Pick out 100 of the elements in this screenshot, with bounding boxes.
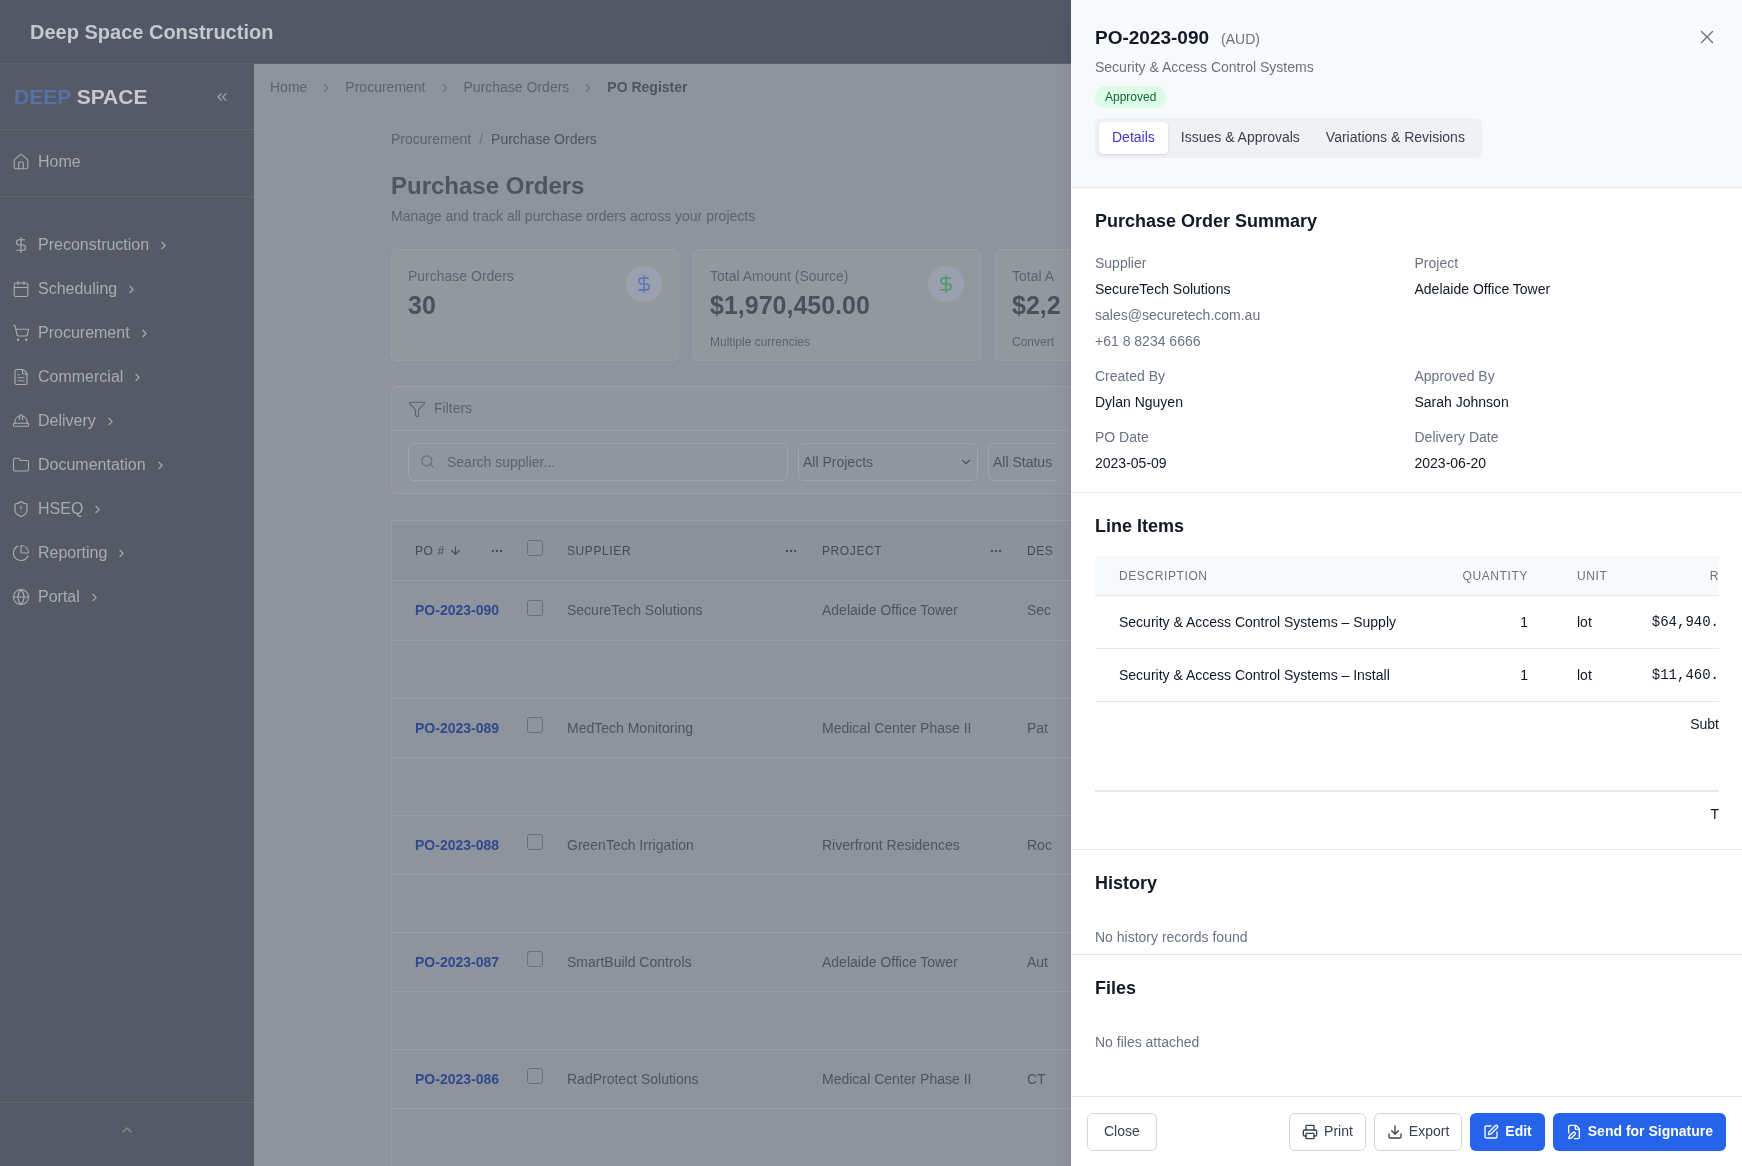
column-header: DESCRIPTION <box>1118 567 1209 585</box>
table-cell-text: $11,460. <box>1650 665 1719 685</box>
field-value: 2023-06-20 <box>1414 454 1488 473</box>
tab[interactable]: Issues & Approvals <box>1167 121 1313 154</box>
section-title: Line Items <box>1095 515 1186 538</box>
po-link[interactable]: PO-2023-089 <box>392 717 527 739</box>
checkbox[interactable] <box>527 951 543 967</box>
po-link[interactable]: PO-2023-088 <box>392 834 527 856</box>
table-cell-text: Security & Access Control Systems – Install <box>1118 665 1391 685</box>
checkbox[interactable] <box>527 599 543 616</box>
pie-chart-icon <box>12 544 30 562</box>
table-cell-text: Security & Access Control Systems – Supply <box>1118 612 1397 632</box>
checkbox[interactable] <box>527 717 543 733</box>
tab[interactable]: Variations & Revisions <box>1312 121 1478 154</box>
download-icon <box>1386 1123 1403 1140</box>
po-subtitle: Security & Access Control Systems <box>1095 57 1315 77</box>
sidebar-item[interactable]: Delivery <box>0 399 254 443</box>
field-value: Dylan Nguyen <box>1095 393 1184 412</box>
section-title: Purchase Order Summary <box>1095 210 1319 233</box>
column-header: R <box>1708 567 1719 585</box>
tab[interactable]: Details <box>1099 121 1168 154</box>
sidebar-item[interactable]: Preconstruction <box>0 223 254 267</box>
field-label: Created By <box>1095 367 1167 386</box>
home-icon <box>12 153 30 171</box>
table-cell-text: Adelaide Office Tower <box>822 601 959 620</box>
table-cell-text: SecureTech Solutions <box>567 601 704 620</box>
primary-button[interactable]: Send for Signature <box>1552 1112 1726 1151</box>
empty-message: No files attached <box>1095 1033 1201 1052</box>
stat-value: $1,970,450.00 <box>710 290 870 321</box>
table-cell-text: GreenTech Irrigation <box>567 835 695 855</box>
search-icon <box>420 454 435 469</box>
breadcrumb-separator: / <box>479 130 484 149</box>
primary-button[interactable]: Edit <box>1470 1112 1545 1151</box>
printer-icon <box>1302 1123 1319 1140</box>
field-label: Delivery Date <box>1414 428 1500 447</box>
table-cell-text: Roc <box>1027 835 1052 855</box>
table-cell-text: Aut <box>1027 952 1048 972</box>
sidebar-item[interactable]: Documentation <box>0 443 254 487</box>
checkbox[interactable] <box>527 834 543 850</box>
table-cell-text: Riverfront Residences <box>822 835 961 855</box>
column-header: UNIT <box>1576 567 1609 585</box>
subtotal-label: Subt <box>1690 715 1719 734</box>
sidebar-item[interactable]: Home <box>0 140 254 184</box>
po-link[interactable]: PO-2023-087 <box>392 951 527 973</box>
field-value: Sarah Johnson <box>1414 393 1510 412</box>
select-dropdown[interactable]: All Projects <box>798 443 978 481</box>
app-title: Deep Space Construction <box>30 19 274 45</box>
column-header[interactable]: DES <box>1027 541 1054 560</box>
folder-icon <box>12 456 30 474</box>
table-cell-text: CT <box>1027 1069 1046 1089</box>
column-header[interactable]: PO # <box>415 541 445 560</box>
sidebar-item[interactable]: HSEQ <box>0 487 254 531</box>
field-label: PO Date <box>1095 428 1150 447</box>
table-cell-text: lot <box>1576 612 1593 632</box>
checkbox[interactable] <box>527 1068 543 1084</box>
sidebar-item[interactable]: Scheduling <box>0 267 254 311</box>
breadcrumb-link[interactable]: PO Register <box>607 77 688 98</box>
column-header[interactable]: PROJECT <box>822 541 883 560</box>
field-value: SecureTech Solutions <box>1095 280 1232 299</box>
table-cell-text: RadProtect Solutions <box>567 1069 700 1089</box>
sidebar-item[interactable]: Commercial <box>0 355 254 399</box>
field-label: Project <box>1414 254 1460 273</box>
po-link[interactable]: PO-2023-086 <box>392 1068 527 1090</box>
table-cell-text: Medical Center Phase II <box>822 1069 973 1089</box>
calendar-icon <box>12 280 30 298</box>
checkbox[interactable] <box>527 540 543 556</box>
table-cell-text: 1 <box>1519 612 1528 632</box>
sidebar-item[interactable]: Reporting <box>0 531 254 575</box>
table-cell-text: lot <box>1576 665 1593 685</box>
column-header[interactable]: SUPPLIER <box>567 541 632 560</box>
table-cell-text: Pat <box>1027 718 1048 738</box>
field-label: Approved By <box>1414 367 1496 386</box>
breadcrumb-link[interactable]: Purchase Orders <box>491 129 597 150</box>
hard-hat-icon <box>12 412 30 430</box>
column-header: QUANTITY <box>1461 567 1528 585</box>
table-cell-text: MedTech Monitoring <box>567 718 695 738</box>
pencil-icon <box>1483 1123 1500 1140</box>
globe-icon <box>12 588 30 606</box>
sidebar-item[interactable]: Procurement <box>0 311 254 355</box>
table-cell-text: Adelaide Office Tower <box>822 952 959 972</box>
shield-icon <box>12 500 30 518</box>
sidebar-item[interactable]: Portal <box>0 575 254 619</box>
po-link[interactable]: PO-2023-090 <box>392 600 527 621</box>
logo: DEEP SPACE <box>14 83 148 110</box>
document-icon <box>12 368 30 386</box>
table-cell-text: SmartBuild Controls <box>567 952 693 972</box>
section-title: Files <box>1095 977 1138 1000</box>
button[interactable]: Close <box>1087 1112 1157 1151</box>
select-dropdown[interactable]: All Status <box>988 443 1057 481</box>
page-title: Purchase Orders <box>391 171 586 201</box>
button[interactable]: Export <box>1373 1112 1463 1151</box>
phone-text: +61 8 8234 6666 <box>1095 332 1202 351</box>
field-value: Adelaide Office Tower <box>1414 280 1552 299</box>
section-title: History <box>1095 872 1158 895</box>
table-cell-text: Medical Center Phase II <box>822 718 973 738</box>
field-label: Supplier <box>1095 254 1148 273</box>
stat-value: $2,2 <box>1012 290 1061 321</box>
email-text: sales@securetech.com.au <box>1095 306 1262 325</box>
field-value: 2023-05-09 <box>1095 454 1168 473</box>
button[interactable]: Print <box>1289 1112 1366 1151</box>
